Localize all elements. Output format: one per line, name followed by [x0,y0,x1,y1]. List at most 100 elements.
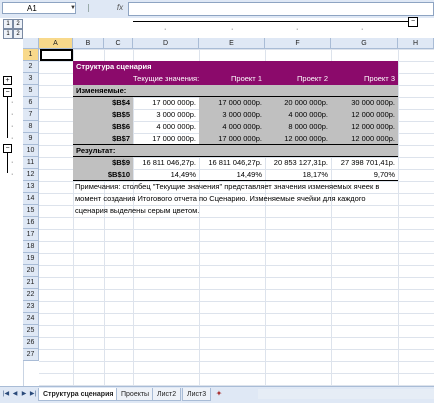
current-value: 14,49% [133,169,199,181]
row-header[interactable]: 21 [23,277,39,289]
result-cell-ref: $B$9 [73,157,133,169]
insert-function-icon[interactable]: fx [114,2,126,14]
outline-dot-icon: · [11,135,14,142]
outline-dot-icon: · [231,26,234,33]
project-1-value: 17 000 000р. [199,133,265,145]
outline-dot-icon: · [11,159,14,166]
outline-dot-icon: · [11,111,14,118]
project-2-value: 18,17% [265,169,331,181]
prev-sheet-icon[interactable]: ◀ [11,389,19,399]
tab-sheet2[interactable]: Лист2 [152,388,182,401]
project-3-value: 12 000 000р. [331,109,398,121]
name-box[interactable]: A1 [2,2,76,14]
column-header-d[interactable]: D [133,38,199,49]
row-header[interactable]: 23 [23,301,39,313]
column-level-1-button[interactable]: 1 [3,19,13,29]
project-3-value: 27 398 701,41р. [340,158,395,167]
current-value: 17 000 000р. [133,133,199,145]
tab-scenario-summary[interactable]: Структура сценария [38,388,119,401]
row-header[interactable]: 22 [23,289,39,301]
changing-cell-ref: $B$6 [73,121,133,133]
name-box-dropdown-icon[interactable]: ▼ [70,2,78,14]
column-level-2-button[interactable]: 2 [13,19,23,29]
outline-dot-icon: · [361,26,364,33]
row-header[interactable]: 25 [23,325,39,337]
project-3-value: 12 000 000р. [331,121,398,133]
project-3-value: 30 000 000р. [331,97,398,109]
row-header[interactable]: 9 [23,133,39,145]
row-header[interactable]: 18 [23,241,39,253]
row-header[interactable]: 2 [23,61,39,73]
row-header[interactable]: 13 [23,181,39,193]
column-header-e[interactable]: E [199,38,265,49]
row-header[interactable]: 16 [23,217,39,229]
row-header[interactable]: 3 [23,73,39,85]
row-header[interactable]: 17 [23,229,39,241]
row-header[interactable]: 7 [23,109,39,121]
result-cell-ref: $B$10 [73,169,133,181]
row-header[interactable]: 8 [23,121,39,133]
outline-dot-icon: · [11,123,14,130]
row-header[interactable]: 19 [23,253,39,265]
row-level-2-button[interactable]: 2 [13,29,23,39]
tab-projects[interactable]: Проекты [116,388,155,401]
note-line: Примечания: столбец "Текущие значения" п… [75,182,380,191]
current-value: 4 000 000р. [156,122,196,131]
row-level-1-button[interactable]: 1 [3,29,13,39]
outline-dot-icon: · [11,99,14,106]
row-header[interactable]: 14 [23,193,39,205]
current-value: 16 811 046,27р. [142,158,196,167]
report-title: Структура сценария [73,61,398,73]
insert-sheet-icon[interactable]: ✦ [212,388,226,400]
active-cell-a1[interactable] [40,49,73,61]
header-project-3: Проект 3 [364,74,395,83]
row-outline-bar [7,153,8,173]
row-header[interactable]: 12 [23,169,39,181]
current-value: 3 000 000р. [156,110,196,119]
project-1-value: 14,49% [199,169,265,181]
row-header[interactable]: 20 [23,265,39,277]
changing-cell-ref: $B$4 [73,97,133,109]
row-header[interactable]: 10 [23,145,39,157]
row-header[interactable]: 1 [23,49,39,61]
formula-bar: A1 ▼ fx [0,0,434,19]
changing-cell-ref: $B$7 [73,133,133,145]
current-value: 17 000 000р. [152,98,196,107]
note-line: сценария выделены серым цветом. [75,206,200,215]
horizontal-scrollbar[interactable] [258,389,434,399]
row-header[interactable]: 15 [23,205,39,217]
column-header-h[interactable]: H [398,38,434,49]
row-header[interactable]: 5 [23,85,39,97]
tab-sheet3[interactable]: Лист3 [182,388,212,401]
outline-dot-icon: · [164,26,167,33]
row-header[interactable]: 24 [23,313,39,325]
row-header[interactable]: 6 [23,97,39,109]
row-group-expand-button[interactable]: + [3,76,12,85]
row-header[interactable]: 27 [23,349,39,361]
note-line: момент создания Итогового отчета по Сцен… [75,194,366,203]
last-sheet-icon[interactable]: ▶| [29,389,37,399]
column-outline-bar [133,21,413,22]
result-label: Результат: [73,145,398,157]
row-group-collapse-button[interactable]: − [3,88,12,97]
formula-input[interactable] [128,2,434,16]
select-all-corner[interactable] [23,38,39,49]
row-header[interactable]: 11 [23,157,39,169]
outline-dot-icon: · [296,26,299,33]
changing-label: Изменяемые: [73,85,398,97]
project-1-value: 17 000 000р. [199,97,265,109]
column-group-collapse-button[interactable]: − [408,17,418,27]
header-current: Текущие значения: [133,74,199,83]
column-header-c[interactable]: C [104,38,133,49]
project-2-value: 8 000 000р. [265,121,331,133]
column-header-a[interactable]: A [39,38,73,49]
row-group-collapse-button[interactable]: − [3,144,12,153]
header-project-2: Проект 2 [297,74,328,83]
project-3-value: 9,70% [331,169,398,181]
column-header-g[interactable]: G [331,38,398,49]
column-header-f[interactable]: F [265,38,331,49]
next-sheet-icon[interactable]: ▶ [20,389,28,399]
row-header[interactable]: 26 [23,337,39,349]
column-header-b[interactable]: B [73,38,104,49]
first-sheet-icon[interactable]: |◀ [2,389,10,399]
